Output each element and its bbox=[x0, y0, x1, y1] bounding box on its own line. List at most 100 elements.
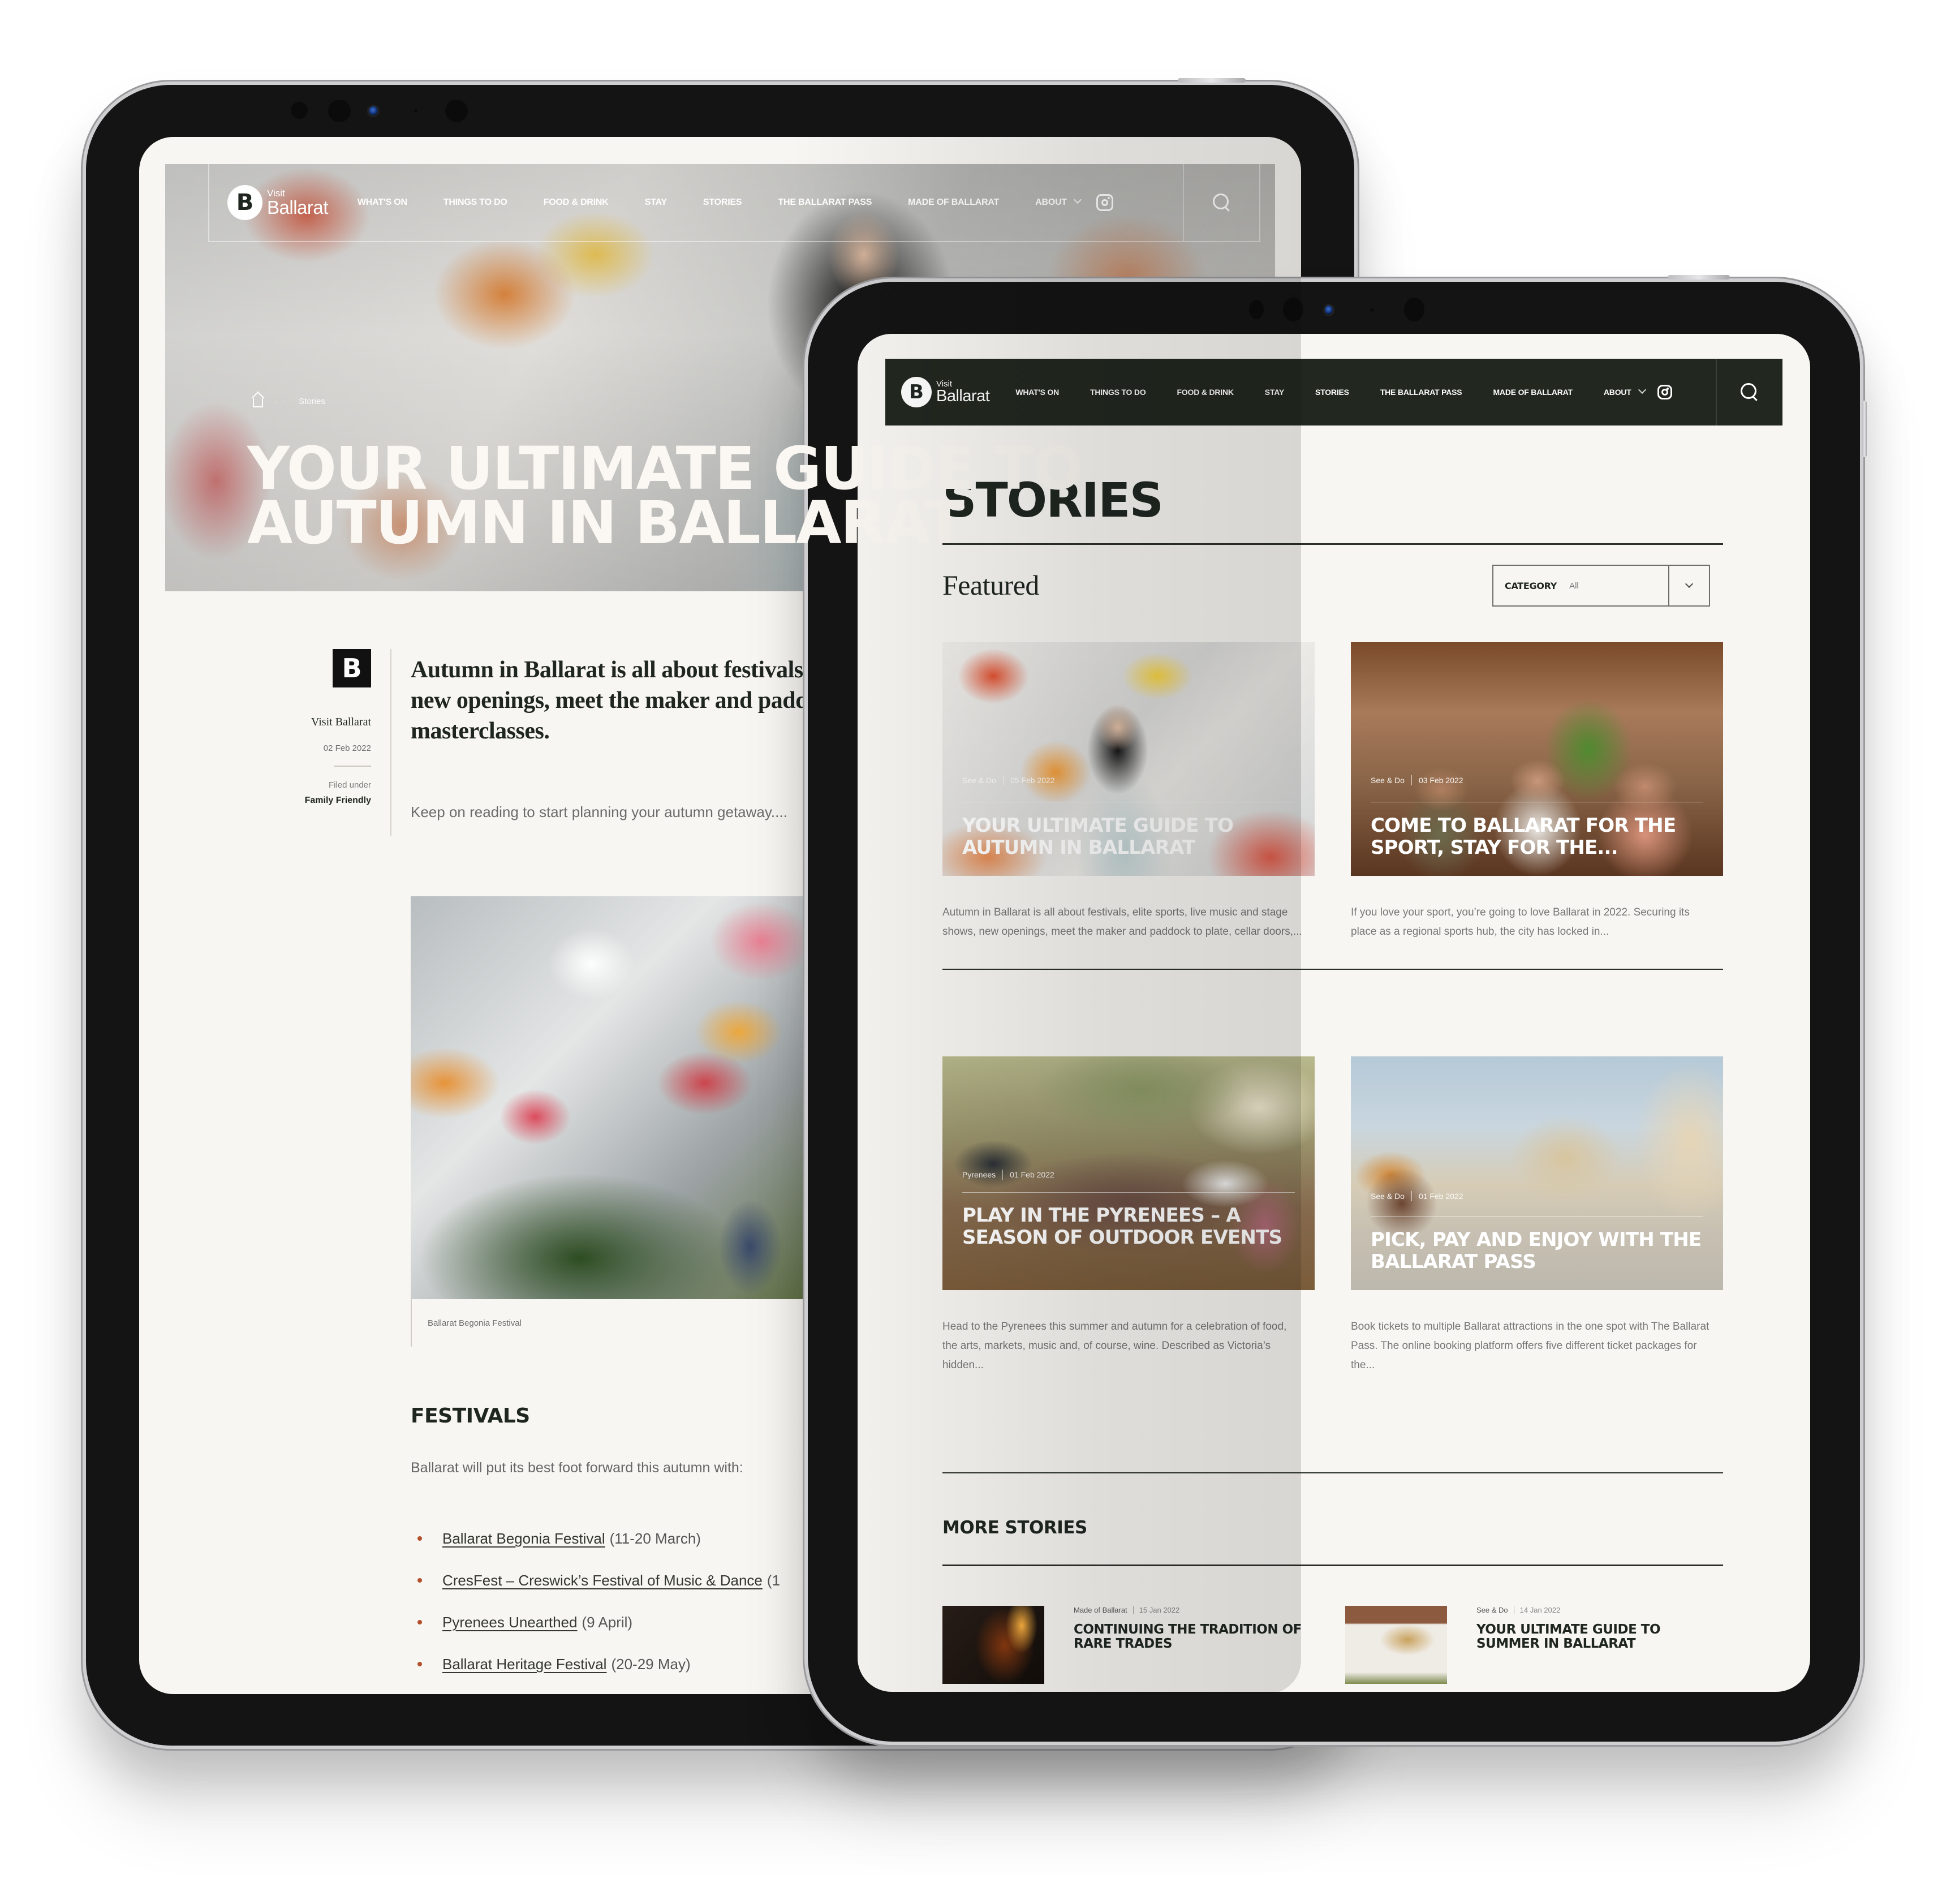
story-date: 01 Feb 2022 bbox=[1418, 1192, 1463, 1201]
camera-sensor bbox=[328, 100, 351, 122]
nav-stay[interactable]: Stay bbox=[1265, 388, 1284, 397]
device-side-button bbox=[1862, 401, 1867, 457]
search-button[interactable] bbox=[1183, 164, 1259, 241]
camera-sensor bbox=[1404, 298, 1424, 321]
filed-under-label: Filed under bbox=[328, 780, 371, 790]
article-date: 02 Feb 2022 bbox=[323, 743, 371, 753]
meta-separator bbox=[1411, 775, 1412, 785]
nav-food-drink[interactable]: Food & Drink bbox=[1177, 388, 1234, 397]
list-item: Pyrenees Unearthed (9 April) bbox=[411, 1601, 780, 1643]
festival-link[interactable]: Ballarat Begonia Festival bbox=[442, 1530, 605, 1548]
nav-food-drink[interactable]: Food & Drink bbox=[544, 197, 609, 208]
site-logo[interactable]: B Visit Ballarat bbox=[901, 377, 990, 407]
story-date: 01 Feb 2022 bbox=[1010, 1170, 1054, 1179]
story-card[interactable]: See & Do 01 Feb 2022 Pick, Pay and Enjoy … bbox=[1351, 1056, 1723, 1375]
meta-separator bbox=[1002, 1170, 1004, 1180]
nav-about-label: About bbox=[1603, 388, 1631, 397]
story-image[interactable]: Pyrenees 01 Feb 2022 Play in the Pyrenees… bbox=[942, 1056, 1315, 1290]
nav-made-of-ballarat[interactable]: Made of Ballarat bbox=[908, 197, 999, 208]
list-item: Ballarat Begonia Festival (11-20 March) bbox=[411, 1518, 780, 1559]
category-select[interactable]: CATEGORY All bbox=[1492, 565, 1710, 607]
story-card[interactable]: Pyrenees 01 Feb 2022 Play in the Pyrenees… bbox=[942, 1056, 1315, 1375]
story-description: Book tickets to multiple Ballarat attrac… bbox=[1351, 1321, 1710, 1371]
more-stories-heading: MORE STORIES bbox=[942, 1518, 1087, 1538]
article-title-line: AUTUMN IN BALLARAT bbox=[247, 488, 964, 557]
story-thumbnail[interactable] bbox=[1345, 1606, 1447, 1684]
article-category-link[interactable]: Family Friendly bbox=[252, 796, 371, 806]
meta-separator bbox=[1002, 775, 1004, 785]
camera-sensor bbox=[1370, 308, 1373, 312]
story-title[interactable]: Pick, Pay and Enjoy with the Ballarat Pa… bbox=[1371, 1229, 1706, 1273]
camera-sensor bbox=[445, 100, 468, 122]
breadcrumb-current[interactable]: Stories bbox=[299, 397, 325, 406]
story-image[interactable]: See & Do 05 Feb 2022 Your Ultimate Guide … bbox=[942, 642, 1315, 876]
festival-link[interactable]: Pyrenees Unearthed bbox=[442, 1614, 577, 1631]
category-value: All bbox=[1569, 581, 1579, 591]
article-title: YOUR ULTIMATE GUIDE TO AUTUMN IN BALLARA… bbox=[247, 439, 1083, 557]
story-category: Made of Ballarat bbox=[1074, 1606, 1127, 1614]
nav-about[interactable]: About bbox=[1603, 385, 1646, 397]
instagram-icon[interactable] bbox=[1096, 194, 1113, 211]
divider bbox=[942, 969, 1723, 970]
search-button[interactable] bbox=[1716, 359, 1782, 426]
nav-made-of-ballarat[interactable]: Made of Ballarat bbox=[1493, 388, 1573, 397]
festival-link[interactable]: Ballarat Heritage Festival bbox=[442, 1656, 606, 1673]
story-thumbnail[interactable] bbox=[942, 1606, 1044, 1684]
divider bbox=[942, 1472, 1723, 1473]
nav-things-to-do[interactable]: Things To Do bbox=[1090, 388, 1146, 397]
category-dropdown-button[interactable] bbox=[1668, 566, 1709, 605]
festival-dates: (9 April) bbox=[582, 1613, 633, 1631]
story-meta: See & Do 01 Feb 2022 bbox=[1371, 1191, 1463, 1201]
festival-dates: (11-20 March) bbox=[609, 1529, 701, 1547]
bullet-icon bbox=[417, 1578, 422, 1583]
nav-ballarat-pass[interactable]: The Ballarat Pass bbox=[1380, 388, 1462, 397]
story-image[interactable]: See & Do 03 Feb 2022 Come to Ballarat for… bbox=[1351, 642, 1723, 876]
author-logo-icon: B bbox=[333, 649, 371, 687]
home-icon[interactable] bbox=[253, 398, 263, 407]
festival-link[interactable]: CresFest – Creswick’s Festival of Music … bbox=[442, 1572, 763, 1589]
nav-about[interactable]: About bbox=[1035, 195, 1082, 208]
site-logo[interactable]: B Visit Ballarat bbox=[227, 185, 328, 220]
story-title[interactable]: Your Ultimate Guide to Summer in Ballara… bbox=[1476, 1623, 1725, 1651]
nav-stories[interactable]: Stories bbox=[703, 197, 742, 208]
nav-about-label: About bbox=[1035, 197, 1067, 207]
story-description: Autumn in Ballarat is all about festival… bbox=[942, 906, 1302, 938]
story-image[interactable]: See & Do 01 Feb 2022 Pick, Pay and Enjoy … bbox=[1351, 1056, 1723, 1290]
story-title[interactable]: Continuing the Tradition of Rare Trades bbox=[1074, 1623, 1323, 1651]
festival-dates: (20-29 May) bbox=[611, 1655, 691, 1673]
nav-stories[interactable]: Stories bbox=[1315, 388, 1349, 397]
breadcrumb: · · Stories bbox=[253, 395, 325, 407]
story-date: 15 Jan 2022 bbox=[1139, 1606, 1180, 1614]
divider bbox=[1371, 1216, 1703, 1217]
festival-dates: (1 bbox=[767, 1571, 781, 1589]
nav-ballarat-pass[interactable]: The Ballarat Pass bbox=[778, 197, 872, 208]
article-meta: B Visit Ballarat 02 Feb 2022 Filed under… bbox=[252, 649, 371, 806]
story-title[interactable]: Your Ultimate Guide to Autumn in Ballara… bbox=[962, 815, 1298, 859]
story-card[interactable]: See & Do 03 Feb 2022 Come to Ballarat for… bbox=[1351, 642, 1723, 942]
story-meta: See & Do 05 Feb 2022 bbox=[962, 775, 1055, 785]
story-meta: See & Do 03 Feb 2022 bbox=[1371, 775, 1463, 785]
camera-lens bbox=[369, 106, 378, 115]
breadcrumb-separator: · · bbox=[274, 396, 288, 406]
nav-whats-on[interactable]: What's On bbox=[1015, 388, 1059, 397]
story-description: If you love your sport, you’re going to … bbox=[1351, 906, 1690, 938]
instagram-icon[interactable] bbox=[1657, 385, 1672, 399]
chevron-down-icon bbox=[1073, 195, 1082, 204]
logo-text-ballarat: Ballarat bbox=[936, 387, 990, 405]
story-title[interactable]: Play in the Pyrenees – A Season of Outdo… bbox=[962, 1205, 1298, 1249]
nav-whats-on[interactable]: What's On bbox=[358, 197, 407, 208]
story-category: See & Do bbox=[962, 776, 996, 785]
story-card[interactable]: See & Do 05 Feb 2022 Your Ultimate Guide … bbox=[942, 642, 1315, 942]
category-label: CATEGORY bbox=[1505, 580, 1557, 591]
story-title[interactable]: Come to Ballarat for the Sport, Stay for… bbox=[1371, 815, 1706, 859]
nav-things-to-do[interactable]: Things To Do bbox=[443, 197, 507, 208]
nav-stay[interactable]: Stay bbox=[645, 197, 667, 208]
bullet-icon bbox=[417, 1620, 422, 1624]
story-description: Head to the Pyrenees this summer and aut… bbox=[942, 1321, 1287, 1371]
meta-separator bbox=[1133, 1606, 1134, 1614]
story-date: 05 Feb 2022 bbox=[1010, 776, 1055, 785]
meta-separator bbox=[1411, 1191, 1412, 1201]
device-top-button bbox=[1668, 275, 1730, 280]
story-date: 14 Jan 2022 bbox=[1519, 1606, 1561, 1614]
story-meta: Pyrenees 01 Feb 2022 bbox=[962, 1170, 1054, 1180]
